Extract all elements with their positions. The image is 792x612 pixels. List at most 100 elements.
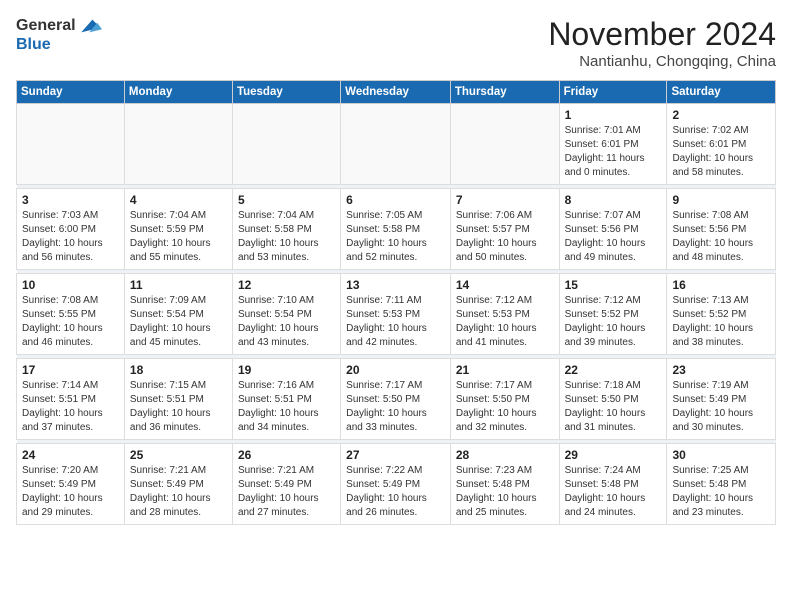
day-number: 14 [456, 278, 554, 292]
day-info: Sunrise: 7:07 AM Sunset: 5:56 PM Dayligh… [565, 209, 662, 265]
day-number: 6 [346, 193, 445, 207]
day-info: Sunrise: 7:01 AM Sunset: 6:01 PM Dayligh… [565, 124, 662, 180]
calendar-week-row: 3 Sunrise: 7:03 AM Sunset: 6:00 PM Daylig… [17, 189, 776, 270]
calendar-day-cell: 23 Sunrise: 7:19 AM Sunset: 5:49 PM Dayli… [667, 359, 776, 440]
day-info: Sunrise: 7:17 AM Sunset: 5:50 PM Dayligh… [346, 379, 445, 435]
calendar-day-cell: 11 Sunrise: 7:09 AM Sunset: 5:54 PM Dayli… [124, 274, 232, 355]
day-info: Sunrise: 7:19 AM Sunset: 5:49 PM Dayligh… [672, 379, 770, 435]
day-number: 21 [456, 363, 554, 377]
weekday-header: Sunday [17, 81, 125, 104]
day-info: Sunrise: 7:20 AM Sunset: 5:49 PM Dayligh… [22, 464, 119, 520]
location: Nantianhu, Chongqing, China [548, 53, 776, 70]
day-number: 28 [456, 448, 554, 462]
weekday-header: Monday [124, 81, 232, 104]
calendar-day-cell: 18Sunrise: 7:15 AM Sunset: 5:51 PM Dayli… [124, 359, 232, 440]
calendar-day-cell: 8Sunrise: 7:07 AM Sunset: 5:56 PM Daylig… [559, 189, 667, 270]
calendar-day-cell: 26 Sunrise: 7:21 AM Sunset: 5:49 PM Dayli… [232, 444, 340, 525]
calendar-day-cell [17, 104, 125, 185]
day-number: 22 [565, 363, 662, 377]
calendar-day-cell: 13Sunrise: 7:11 AM Sunset: 5:53 PM Dayli… [341, 274, 451, 355]
day-info: Sunrise: 7:24 AM Sunset: 5:48 PM Dayligh… [565, 464, 662, 520]
calendar-day-cell: 15Sunrise: 7:12 AM Sunset: 5:52 PM Dayli… [559, 274, 667, 355]
day-info: Sunrise: 7:21 AM Sunset: 5:49 PM Dayligh… [238, 464, 335, 520]
day-info: Sunrise: 7:08 AM Sunset: 5:56 PM Dayligh… [672, 209, 770, 265]
day-number: 3 [22, 193, 119, 207]
calendar-day-cell: 21Sunrise: 7:17 AM Sunset: 5:50 PM Dayli… [450, 359, 559, 440]
day-number: 19 [238, 363, 335, 377]
calendar-week-row: 17Sunrise: 7:14 AM Sunset: 5:51 PM Dayli… [17, 359, 776, 440]
calendar-day-cell: 28 Sunrise: 7:23 AM Sunset: 5:48 PM Dayli… [450, 444, 559, 525]
calendar-day-cell: 24Sunrise: 7:20 AM Sunset: 5:49 PM Dayli… [17, 444, 125, 525]
day-info: Sunrise: 7:12 AM Sunset: 5:53 PM Dayligh… [456, 294, 554, 350]
month-title: November 2024 [548, 16, 776, 53]
day-info: Sunrise: 7:12 AM Sunset: 5:52 PM Dayligh… [565, 294, 662, 350]
logo-general: General [16, 17, 76, 35]
logo-blue: Blue [16, 36, 51, 53]
day-info: Sunrise: 7:18 AM Sunset: 5:50 PM Dayligh… [565, 379, 662, 435]
day-info: Sunrise: 7:23 AM Sunset: 5:48 PM Dayligh… [456, 464, 554, 520]
title-block: November 2024 Nantianhu, Chongqing, Chin… [548, 16, 776, 70]
day-number: 10 [22, 278, 119, 292]
calendar-day-cell: 14 Sunrise: 7:12 AM Sunset: 5:53 PM Dayli… [450, 274, 559, 355]
day-number: 11 [130, 278, 227, 292]
day-info: Sunrise: 7:16 AM Sunset: 5:51 PM Dayligh… [238, 379, 335, 435]
calendar-day-cell: 20 Sunrise: 7:17 AM Sunset: 5:50 PM Dayli… [341, 359, 451, 440]
day-info: Sunrise: 7:03 AM Sunset: 6:00 PM Dayligh… [22, 209, 119, 265]
calendar-day-cell: 19 Sunrise: 7:16 AM Sunset: 5:51 PM Dayli… [232, 359, 340, 440]
calendar-day-cell: 6 Sunrise: 7:05 AM Sunset: 5:58 PM Daylig… [341, 189, 451, 270]
calendar-day-cell: 5 Sunrise: 7:04 AM Sunset: 5:58 PM Daylig… [232, 189, 340, 270]
day-info: Sunrise: 7:25 AM Sunset: 5:48 PM Dayligh… [672, 464, 770, 520]
day-number: 20 [346, 363, 445, 377]
calendar-header-row: SundayMondayTuesdayWednesdayThursdayFrid… [17, 81, 776, 104]
calendar-day-cell [450, 104, 559, 185]
page-header: General Blue November 2024 Nantianhu, Ch… [16, 16, 776, 70]
day-info: Sunrise: 7:22 AM Sunset: 5:49 PM Dayligh… [346, 464, 445, 520]
day-number: 7 [456, 193, 554, 207]
calendar-week-row: 24Sunrise: 7:20 AM Sunset: 5:49 PM Dayli… [17, 444, 776, 525]
calendar-day-cell: 3 Sunrise: 7:03 AM Sunset: 6:00 PM Daylig… [17, 189, 125, 270]
day-info: Sunrise: 7:09 AM Sunset: 5:54 PM Dayligh… [130, 294, 227, 350]
day-info: Sunrise: 7:21 AM Sunset: 5:49 PM Dayligh… [130, 464, 227, 520]
calendar-day-cell: 25 Sunrise: 7:21 AM Sunset: 5:49 PM Dayli… [124, 444, 232, 525]
day-number: 1 [565, 108, 662, 122]
day-number: 5 [238, 193, 335, 207]
calendar-day-cell: 12 Sunrise: 7:10 AM Sunset: 5:54 PM Dayli… [232, 274, 340, 355]
day-number: 17 [22, 363, 119, 377]
calendar-day-cell: 22 Sunrise: 7:18 AM Sunset: 5:50 PM Dayli… [559, 359, 667, 440]
day-number: 12 [238, 278, 335, 292]
logo-icon [78, 16, 102, 36]
day-number: 16 [672, 278, 770, 292]
calendar-day-cell [341, 104, 451, 185]
calendar-week-row: 1 Sunrise: 7:01 AM Sunset: 6:01 PM Daylig… [17, 104, 776, 185]
day-info: Sunrise: 7:05 AM Sunset: 5:58 PM Dayligh… [346, 209, 445, 265]
day-info: Sunrise: 7:13 AM Sunset: 5:52 PM Dayligh… [672, 294, 770, 350]
calendar-week-row: 10Sunrise: 7:08 AM Sunset: 5:55 PM Dayli… [17, 274, 776, 355]
day-number: 2 [672, 108, 770, 122]
logo: General Blue [16, 16, 102, 54]
weekday-header: Friday [559, 81, 667, 104]
calendar-day-cell: 29 Sunrise: 7:24 AM Sunset: 5:48 PM Dayli… [559, 444, 667, 525]
day-info: Sunrise: 7:06 AM Sunset: 5:57 PM Dayligh… [456, 209, 554, 265]
calendar-day-cell: 9 Sunrise: 7:08 AM Sunset: 5:56 PM Daylig… [667, 189, 776, 270]
day-info: Sunrise: 7:15 AM Sunset: 5:51 PM Dayligh… [130, 379, 227, 435]
calendar-day-cell: 16 Sunrise: 7:13 AM Sunset: 5:52 PM Dayli… [667, 274, 776, 355]
day-number: 26 [238, 448, 335, 462]
day-number: 4 [130, 193, 227, 207]
calendar-day-cell: 30 Sunrise: 7:25 AM Sunset: 5:48 PM Dayli… [667, 444, 776, 525]
weekday-header: Thursday [450, 81, 559, 104]
day-number: 25 [130, 448, 227, 462]
day-info: Sunrise: 7:10 AM Sunset: 5:54 PM Dayligh… [238, 294, 335, 350]
day-info: Sunrise: 7:02 AM Sunset: 6:01 PM Dayligh… [672, 124, 770, 180]
weekday-header: Saturday [667, 81, 776, 104]
day-info: Sunrise: 7:04 AM Sunset: 5:58 PM Dayligh… [238, 209, 335, 265]
calendar-day-cell: 7 Sunrise: 7:06 AM Sunset: 5:57 PM Daylig… [450, 189, 559, 270]
day-number: 30 [672, 448, 770, 462]
calendar-day-cell: 4Sunrise: 7:04 AM Sunset: 5:59 PM Daylig… [124, 189, 232, 270]
calendar-day-cell: 1 Sunrise: 7:01 AM Sunset: 6:01 PM Daylig… [559, 104, 667, 185]
calendar-day-cell [124, 104, 232, 185]
day-number: 9 [672, 193, 770, 207]
day-number: 29 [565, 448, 662, 462]
day-number: 23 [672, 363, 770, 377]
calendar-day-cell: 10Sunrise: 7:08 AM Sunset: 5:55 PM Dayli… [17, 274, 125, 355]
weekday-header: Wednesday [341, 81, 451, 104]
